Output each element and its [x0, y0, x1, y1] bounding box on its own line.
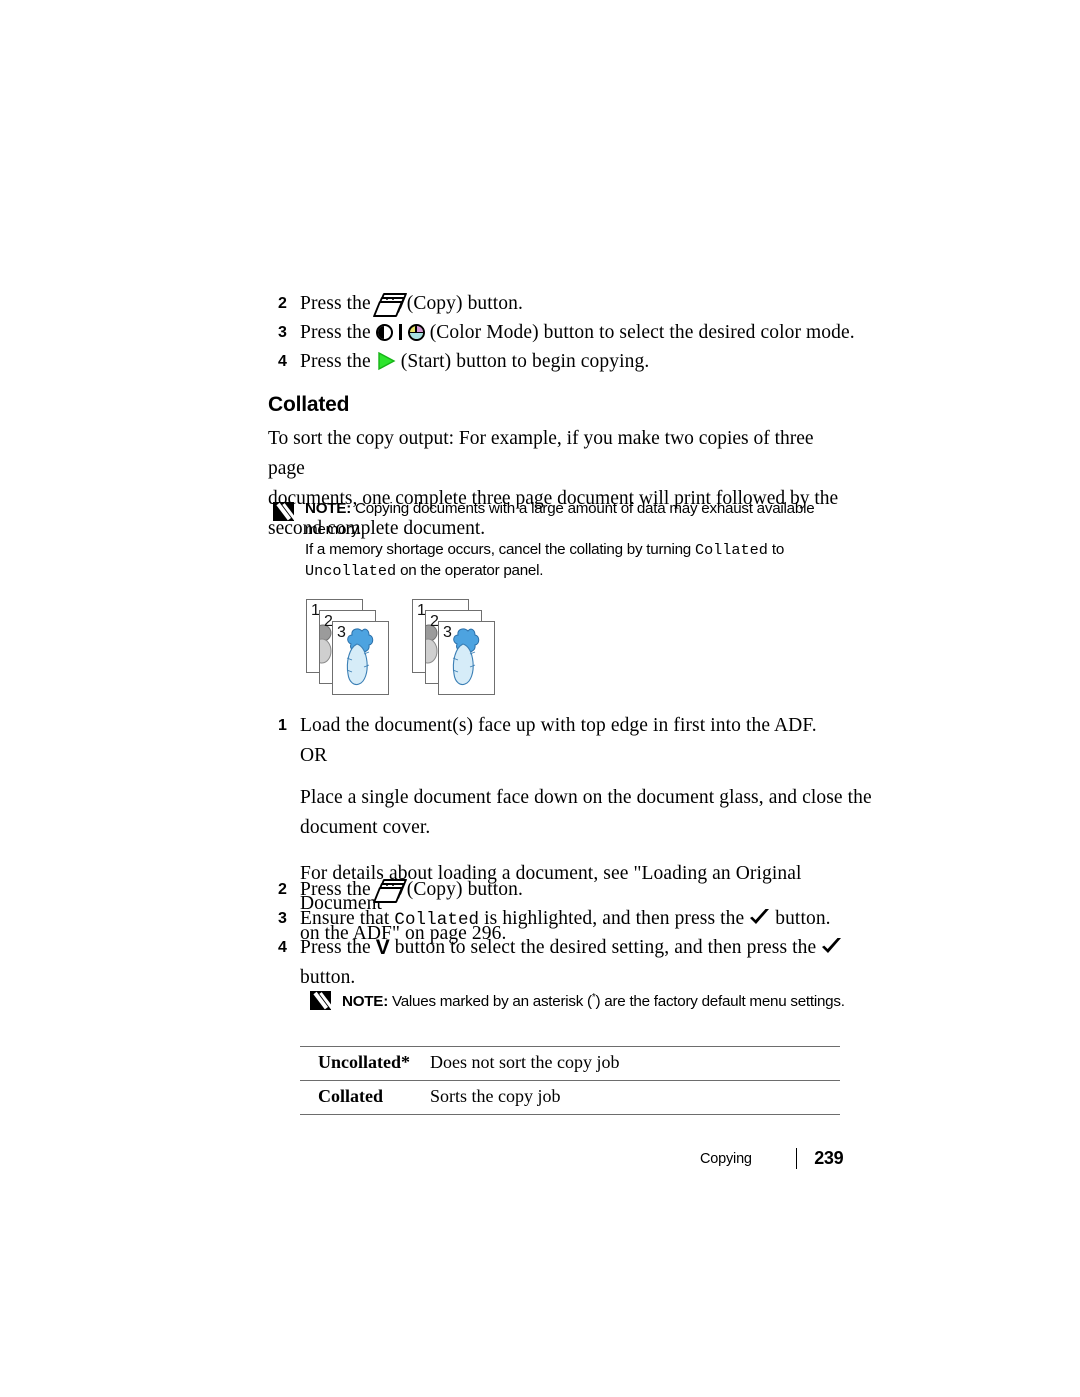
step-text: Ensure that Collated is highlighted, and…: [300, 904, 878, 935]
step-row: 2 Press the (Copy) button.: [278, 875, 878, 905]
table-cell-description: Sorts the copy job: [430, 1080, 840, 1115]
sheet-number: 3: [337, 624, 346, 641]
value-uncollated: Uncollated: [305, 561, 397, 580]
note-line: NOTE: Copying documents with a large amo…: [305, 499, 815, 520]
sheet-number: 3: [443, 624, 452, 641]
footer-divider: [795, 1148, 798, 1169]
collated-output-diagram: 1 2 3 1 2 3: [300, 592, 510, 712]
table-row: Uncollated* Does not sort the copy job: [300, 1046, 840, 1081]
value-collated: Collated: [394, 910, 480, 930]
table-row: Collated Sorts the copy job: [300, 1080, 840, 1115]
step-line: document cover.: [300, 817, 431, 838]
document-stack: 1 2 3: [300, 592, 400, 702]
table-cell-name: Uncollated*: [300, 1046, 430, 1081]
down-arrow-icon: V: [375, 936, 390, 959]
note-line-text: ) are the factory default menu settings.: [595, 993, 845, 1011]
note-body: NOTE: Copying documents with a large amo…: [305, 499, 815, 582]
note-line-text: Values marked by an asterisk (: [391, 993, 592, 1011]
table-cell-name: Collated: [300, 1080, 430, 1115]
note-memory: NOTE: Copying documents with a large amo…: [273, 499, 873, 581]
note-line-text: on the operator panel.: [396, 561, 544, 579]
step-line: OR: [300, 745, 328, 766]
step-row: 3 Ensure that Collated is highlighted, a…: [278, 904, 878, 935]
step-row: 4 Press the (Start) button to begin copy…: [278, 347, 878, 377]
copy-icon: [372, 293, 407, 317]
note-asterisk: NOTE: Values marked by an asterisk (*) a…: [310, 988, 910, 1013]
color-wheel-icon: [407, 324, 425, 341]
step-row: 4 Press the V button to select the desir…: [278, 933, 858, 993]
step-number: 2: [278, 295, 287, 312]
footer-page-number: 239: [814, 1148, 844, 1168]
note-line: If a memory shortage occurs, cancel the …: [305, 540, 814, 561]
note-line-text: Copying documents with a large amount of…: [354, 500, 815, 517]
step-text-mid: is highlighted, and then press the: [479, 908, 745, 929]
note-body: NOTE: Values marked by an asterisk (*) a…: [342, 988, 845, 1013]
manual-page: 2 Press the (Copy) button. 3 Press the (…: [0, 0, 1080, 1397]
note-label: NOTE:: [305, 500, 351, 517]
value-collated: Collated: [694, 541, 768, 559]
table-cell-description: Does not sort the copy job: [430, 1046, 840, 1081]
copy-icon: [372, 879, 407, 903]
note-line-text: to: [767, 541, 785, 558]
step-text-post: button.: [775, 908, 831, 929]
note-pencil-icon: [273, 502, 297, 521]
step-text: Press the (Start) button to begin copyin…: [300, 347, 878, 377]
document-stack: 1 2 3: [406, 592, 506, 702]
step-text-mid: button to select the desired setting, an…: [394, 937, 817, 958]
step-text: Press the (Copy) button.: [300, 875, 878, 905]
footer-section-label: Copying: [700, 1150, 752, 1167]
step-text-pre: Press the: [300, 293, 371, 314]
settings-table: Uncollated* Does not sort the copy job C…: [300, 1046, 840, 1115]
check-icon: [749, 909, 770, 927]
step-line: Load the document(s) face up with top ed…: [300, 715, 817, 736]
step-text: Press the (Color Mode) button to select …: [300, 318, 878, 348]
step-text-post: (Color Mode) button to select the desire…: [429, 322, 855, 343]
note-pencil-icon: [310, 991, 334, 1010]
step-row: 2 Press the (Copy) button.: [278, 289, 878, 319]
step-text-post: (Copy) button.: [406, 879, 523, 900]
step-text-pre: Ensure that: [300, 908, 395, 929]
note-line: memory.: [305, 520, 362, 538]
step-text: Press the (Copy) button.: [300, 289, 878, 319]
step-line: Place a single document face down on the…: [300, 787, 872, 808]
step-number: 3: [278, 324, 287, 341]
step-number: 4: [278, 939, 287, 956]
step-text-post: (Start) button to begin copying.: [400, 351, 650, 372]
paragraph-line: To sort the copy output: For example, if…: [268, 428, 814, 479]
step-number: 2: [278, 881, 287, 898]
separator-bar-icon: [398, 324, 403, 341]
note-line-text: If a memory shortage occurs, cancel the …: [305, 541, 695, 558]
step-row: 3 Press the (Color Mode) button to selec…: [278, 318, 878, 348]
page-footer: Copying 239: [700, 1148, 844, 1169]
note-line: Uncollated on the operator panel.: [305, 561, 814, 582]
note-line: NOTE: Values marked by an asterisk (*) a…: [342, 988, 845, 1013]
black-white-circle-icon: [375, 324, 393, 341]
start-icon: [376, 351, 396, 371]
check-icon: [821, 938, 842, 956]
step-text-pre: Press the: [300, 879, 371, 900]
step-text-pre: Press the: [300, 322, 371, 343]
step-text: Press the V button to select the desired…: [300, 933, 858, 993]
step-text-pre: Press the: [300, 937, 371, 958]
step-text-post: (Copy) button.: [406, 293, 523, 314]
section-heading: Collated: [268, 393, 350, 416]
step-number: 1: [278, 717, 287, 734]
step-number: 4: [278, 353, 287, 370]
step-text-pre: Press the: [300, 351, 371, 372]
note-label: NOTE:: [342, 993, 388, 1011]
step-number: 3: [278, 910, 287, 927]
